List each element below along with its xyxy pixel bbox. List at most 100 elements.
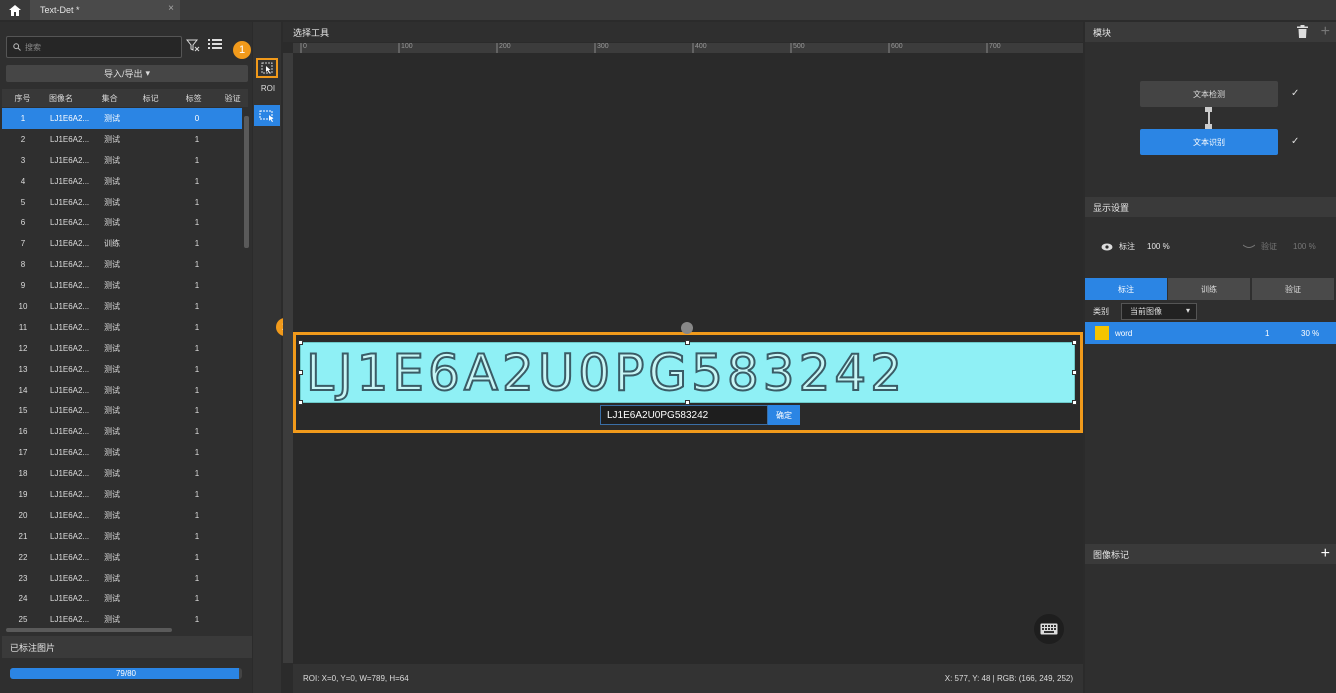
category-select[interactable]: 当前图像 ▾ [1121, 303, 1197, 320]
annotation-visibility[interactable]: 标注 100 % [1101, 241, 1170, 252]
tab-verify[interactable]: 验证 [1252, 278, 1334, 300]
roi-status: ROI: X=0, Y=0, W=789, H=64 [303, 674, 409, 683]
table-row[interactable]: 20 LJ1E6A2... 测试 1 [2, 505, 242, 526]
table-row[interactable]: 17 LJ1E6A2... 测试 1 [2, 442, 242, 463]
category-value: 当前图像 [1130, 307, 1162, 316]
recognition-text-input[interactable]: LJ1E6A2U0PG583242 [600, 405, 768, 425]
rotate-handle[interactable] [681, 322, 693, 334]
table-row[interactable]: 11 LJ1E6A2... 测试 1 [2, 317, 242, 338]
col-header-tag[interactable]: 标签 [182, 93, 225, 104]
tab-label: 标注 [1118, 284, 1134, 294]
import-export-label: 导入/导出 [103, 69, 143, 79]
row-set: 测试 [104, 469, 120, 479]
confirm-button[interactable]: 确定 [768, 405, 800, 425]
table-row[interactable]: 2 LJ1E6A2... 测试 1 [2, 129, 242, 150]
class-percent: 30 % [1301, 328, 1320, 338]
table-row[interactable]: 15 LJ1E6A2... 测试 1 [2, 400, 242, 421]
table-row[interactable]: 12 LJ1E6A2... 测试 1 [2, 338, 242, 359]
home-icon[interactable] [4, 2, 26, 18]
check-icon: ✓ [1291, 88, 1300, 99]
table-row[interactable]: 14 LJ1E6A2... 测试 1 [2, 380, 242, 401]
eye-closed-icon [1243, 244, 1255, 248]
tab-annotate[interactable]: 标注 [1085, 278, 1167, 300]
row-tag-count: 1 [194, 406, 200, 416]
col-header-no[interactable]: 序号 [2, 93, 43, 104]
col-header-name[interactable]: 图像名 [43, 93, 98, 104]
verify-visibility[interactable]: 验证 100 % [1243, 241, 1316, 252]
row-image-name: LJ1E6A2... [50, 197, 90, 207]
box-tool-button[interactable] [254, 105, 280, 126]
row-image-name: LJ1E6A2... [50, 594, 90, 604]
table-row[interactable]: 22 LJ1E6A2... 测试 1 [2, 547, 242, 568]
import-export-button[interactable]: 导入/导出 ▾ [6, 65, 248, 82]
select-tool-button[interactable] [256, 58, 278, 78]
add-mark-icon[interactable]: + [1321, 544, 1330, 564]
tab-train[interactable]: 训练 [1168, 278, 1250, 300]
class-row-word[interactable]: word 1 30 % [1085, 322, 1336, 344]
search-input[interactable]: 搜索 [6, 36, 182, 58]
table-row[interactable]: 8 LJ1E6A2... 测试 1 [2, 254, 242, 275]
table-row[interactable]: 1 LJ1E6A2... 测试 0 [2, 108, 242, 129]
class-count: 1 [1265, 328, 1270, 338]
search-icon [13, 43, 21, 51]
module-node-text-detection[interactable]: 文本检测 [1140, 81, 1278, 107]
row-tag-count: 1 [194, 239, 200, 249]
row-tag-count: 1 [194, 385, 200, 395]
table-row[interactable]: 9 LJ1E6A2... 测试 1 [2, 275, 242, 296]
col-header-mark[interactable]: 标记 [143, 93, 182, 104]
row-image-name: LJ1E6A2... [50, 176, 90, 186]
table-row[interactable]: 21 LJ1E6A2... 测试 1 [2, 526, 242, 547]
resize-handle[interactable] [298, 400, 303, 405]
table-row[interactable]: 16 LJ1E6A2... 测试 1 [2, 421, 242, 442]
resize-handle[interactable] [685, 340, 690, 345]
table-row[interactable]: 7 LJ1E6A2... 训练 1 [2, 233, 242, 254]
roi-tool-button[interactable]: ROI [255, 84, 281, 98]
tab-text-det[interactable]: Text-Det * × [30, 0, 180, 20]
row-number: 11 [18, 322, 28, 332]
table-row[interactable]: 4 LJ1E6A2... 测试 1 [2, 171, 242, 192]
ruler-label: 500 [793, 43, 805, 50]
select-arrow-icon [261, 62, 273, 74]
image-mark-title: 图像标记 [1093, 549, 1130, 560]
row-image-name: LJ1E6A2... [50, 448, 90, 458]
row-tag-count: 1 [194, 322, 200, 332]
resize-handle[interactable] [1072, 400, 1077, 405]
verify-opacity: 100 % [1293, 242, 1316, 251]
table-row[interactable]: 23 LJ1E6A2... 测试 1 [2, 568, 242, 589]
resize-handle[interactable] [298, 340, 303, 345]
vertical-ruler [283, 53, 293, 663]
display-settings-title: 显示设置 [1093, 202, 1130, 213]
add-module-icon[interactable]: + [1321, 22, 1330, 42]
col-header-verify[interactable]: 验证 [225, 93, 248, 104]
table-row[interactable]: 3 LJ1E6A2... 测试 1 [2, 150, 242, 171]
table-row[interactable]: 5 LJ1E6A2... 测试 1 [2, 192, 242, 213]
row-tag-count: 1 [194, 427, 200, 437]
table-row[interactable]: 18 LJ1E6A2... 测试 1 [2, 463, 242, 484]
filter-icon[interactable] [185, 38, 200, 54]
list-view-icon[interactable] [208, 38, 224, 54]
row-set: 测试 [104, 406, 120, 416]
tab-close-icon[interactable]: × [168, 3, 174, 14]
table-row[interactable]: 24 LJ1E6A2... 测试 1 [2, 588, 242, 609]
row-set: 测试 [104, 322, 120, 332]
trash-icon[interactable] [1297, 25, 1308, 40]
table-row[interactable]: 10 LJ1E6A2... 测试 1 [2, 296, 242, 317]
resize-handle[interactable] [1072, 370, 1077, 375]
resize-handle[interactable] [298, 370, 303, 375]
row-set: 测试 [104, 615, 120, 625]
table-row[interactable]: 19 LJ1E6A2... 测试 1 [2, 484, 242, 505]
right-panel: 模块 + 文本检测 ✓ 文本识别 ✓ 显示设置 标注 100 % 验证 100 … [1085, 22, 1336, 693]
module-node-text-recognition[interactable]: 文本识别 [1140, 129, 1278, 155]
ruler-label: 0 [303, 43, 307, 50]
resize-handle[interactable] [1072, 340, 1077, 345]
table-row[interactable]: 6 LJ1E6A2... 测试 1 [2, 212, 242, 233]
col-header-set[interactable]: 集合 [98, 93, 143, 104]
row-tag-count: 1 [194, 552, 200, 562]
row-number: 8 [20, 260, 26, 270]
table-row[interactable]: 13 LJ1E6A2... 测试 1 [2, 359, 242, 380]
vertical-scrollbar[interactable] [244, 116, 249, 248]
keyboard-icon[interactable] [1034, 614, 1064, 644]
image-table: 1 LJ1E6A2... 测试 0 2 LJ1E6A2... 测试 1 3 LJ1E6A2... 测… [2, 108, 242, 630]
image-list-panel: 搜索 导入/导出 ▾ 序号 图像名 集合 标记 标签 验证 1 LJ1E6A2..… [0, 22, 252, 693]
horizontal-scrollbar[interactable] [6, 628, 172, 632]
